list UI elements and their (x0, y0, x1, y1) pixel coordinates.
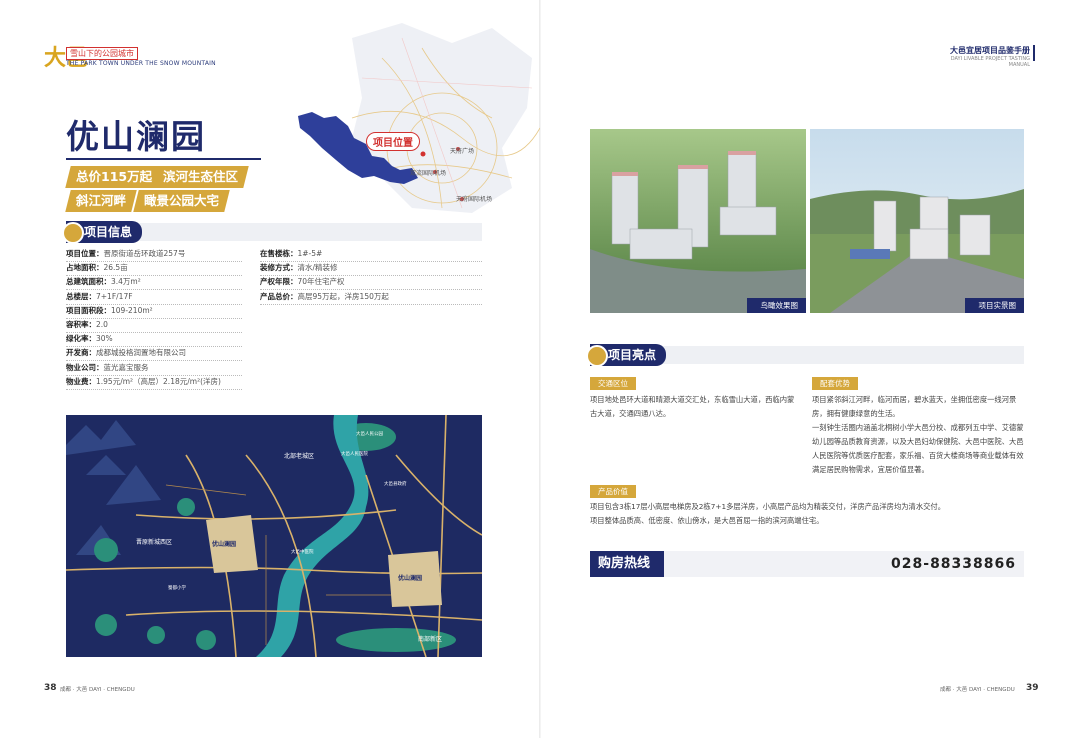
info-row: 总建筑面积：3.4万m² (66, 275, 242, 291)
info-row: 项目面积段：109-210m² (66, 304, 242, 319)
tag-park: 瞰景公园大宅 (133, 190, 230, 212)
map-project-marker-west: 优山澜园 (212, 541, 237, 548)
photo-caption-real: 项目实景图 (964, 298, 1024, 313)
manual-title-bar (1033, 45, 1035, 61)
info-key: 物业费： (66, 376, 96, 386)
hotline-label: 购房热线 (590, 551, 665, 577)
info-value: 晋原街道岳环政道257号 (103, 249, 186, 258)
manual-title-en: DAYI LIVABLE PROJECT TASTING MANUAL (950, 56, 1030, 68)
info-key: 在售楼栋： (260, 249, 298, 258)
highlights-dot (586, 345, 608, 367)
highlights-header: 项目亮点 (586, 344, 1024, 367)
info-value: 30% (96, 334, 113, 344)
info-key: 物业公司： (66, 362, 104, 372)
area-map: 北部老城区 大邑人民医院 大邑县政府 晋原新城西区 优山澜园 大邑中医院 蜀都小… (66, 415, 482, 657)
info-key: 总建筑面积： (66, 277, 111, 287)
info-row: 物业公司：蓝光嘉宝服务 (66, 361, 242, 376)
info-value: 蓝光嘉宝服务 (103, 362, 149, 372)
info-row: 产权年限：70年住宅产权 (260, 275, 482, 291)
brand-english: THE PARK TOWN UNDER THE SNOW MOUNTAIN (66, 60, 216, 67)
info-key: 项目位置： (66, 249, 104, 258)
info-value: 109-210m² (111, 305, 153, 315)
text-value-2: 项目整体品质高、低密度、依山傍水，是大邑首屈一指的滨河高端住宅。 (590, 516, 824, 525)
info-value: 1.95元/m²（高层）2.18元/m²(洋房) (96, 376, 221, 386)
info-row: 产品总价：高层95万起，洋房150万起 (260, 290, 482, 305)
tag-price: 总价115万起 (65, 166, 163, 188)
info-row: 装修方式：清水/精装修 (260, 261, 482, 277)
info-key: 项目面积段： (66, 305, 111, 315)
text-amenities-2: 一刻钟生活圈内涵盖北桐树小学大邑分校、成都列五中学、艾德蒙幼儿园等品质教育资源，… (812, 423, 1024, 474)
info-section-dot (62, 222, 84, 244)
info-value: 清水/精装修 (297, 263, 338, 273)
info-row: 占地面积：26.5亩 (66, 261, 242, 277)
map-label-park: 大邑人民公园 (356, 432, 383, 437)
location-map: 项目位置 天府广场 双流国际机场 天府国际机场 (292, 18, 541, 218)
info-row: 开发商：成都城投格润置地有限公司 (66, 346, 242, 362)
project-title: 优山澜园 (66, 117, 206, 156)
info-row: 容积率：2.0 (66, 318, 242, 333)
page-number-right: 39 (1026, 683, 1039, 693)
info-value: 高层95万起，洋房150万起 (297, 291, 389, 301)
info-value: 7+1F/17F (96, 291, 133, 301)
info-key: 产品总价： (260, 291, 298, 301)
map-label-county-gov: 大邑县政府 (384, 482, 407, 487)
info-value: 3.4万m² (111, 277, 141, 287)
info-key: 绿化率： (66, 334, 96, 344)
real-scene-photo: 项目实景图 (810, 129, 1024, 313)
info-key: 占地面积： (66, 263, 104, 273)
map-label-hospital: 大邑人民医院 (341, 452, 368, 457)
text-value-1: 项目包含3栋17层小高层电梯房及2栋7+1多层洋房，小高层产品均为精装交付，洋房… (590, 502, 946, 511)
info-row: 项目位置：晋原街道岳环政道257号 (66, 247, 242, 262)
info-key: 装修方式： (260, 263, 298, 273)
info-row: 绿化率：30% (66, 332, 242, 348)
info-row: 总楼层：7+1F/17F (66, 290, 242, 305)
footer-caption-left: 成都 · 大邑 DAYI · CHENGDU (60, 687, 135, 693)
text-amenities-1: 项目紧邻斜江河畔，临河而居，碧水蓝天，坐拥低密度一线河景房，拥有健康绿意的生活。 (812, 395, 1017, 418)
brand-tagline: 雪山下的公园城市 (66, 47, 138, 60)
hotline-number: 028-88338866 (891, 556, 1016, 572)
info-value: 70年住宅产权 (297, 277, 345, 287)
info-value: 1#-5# (297, 249, 323, 258)
info-section-header: 项目信息 (62, 221, 482, 244)
info-value: 2.0 (96, 320, 108, 329)
map-label-school: 蜀都小学 (168, 586, 186, 591)
info-row: 物业费：1.95元/m²（高层）2.18元/m²(洋房) (66, 375, 242, 390)
map-label-tcm-hospital: 大邑中医院 (291, 550, 314, 555)
tag-river: 斜江河畔 (65, 190, 137, 212)
aerial-render-photo: 鸟瞰效果图 (590, 129, 806, 313)
photo-caption-aerial: 鸟瞰效果图 (746, 298, 806, 313)
info-key: 容积率： (66, 320, 96, 329)
info-key: 产权年限： (260, 277, 298, 287)
page-number-left: 38 (44, 683, 57, 693)
info-row: 在售楼栋：1#-5# (260, 247, 482, 262)
map-label-north-old-town: 北部老城区 (284, 453, 315, 460)
footer-caption-right: 成都 · 大邑 DAYI · CHENGDU (940, 687, 1015, 693)
map-label-south-district: 南部新区 (418, 636, 443, 643)
label-amenities: 配套优势 (812, 377, 858, 390)
info-value: 26.5亩 (103, 263, 128, 273)
hotline-bar: 购房热线 028-88338866 (590, 551, 1024, 577)
map-project-marker-east: 优山澜园 (398, 575, 423, 582)
project-location-marker: 项目位置 (366, 132, 420, 151)
text-traffic: 项目地处邑环大道和晴源大道交汇处，东临雪山大道，西临内蒙古大道，交通四通八达。 (590, 395, 795, 418)
place-tianfu-airport: 天府国际机场 (456, 196, 493, 203)
info-key: 总楼层： (66, 291, 96, 301)
place-shuangliu-airport: 双流国际机场 (410, 170, 447, 177)
place-tianfu-square: 天府广场 (450, 148, 475, 155)
label-traffic: 交通区位 (590, 377, 636, 390)
title-underline (66, 158, 261, 160)
tag-eco: 滨河生态住区 (152, 166, 249, 188)
manual-title: 大邑宜居项目品鉴手册 (950, 46, 1030, 55)
map-label-west-district: 晋原新城西区 (136, 539, 173, 546)
info-value: 成都城投格润置地有限公司 (96, 348, 186, 358)
label-value: 产品价值 (590, 485, 636, 498)
info-key: 开发商： (66, 348, 96, 358)
